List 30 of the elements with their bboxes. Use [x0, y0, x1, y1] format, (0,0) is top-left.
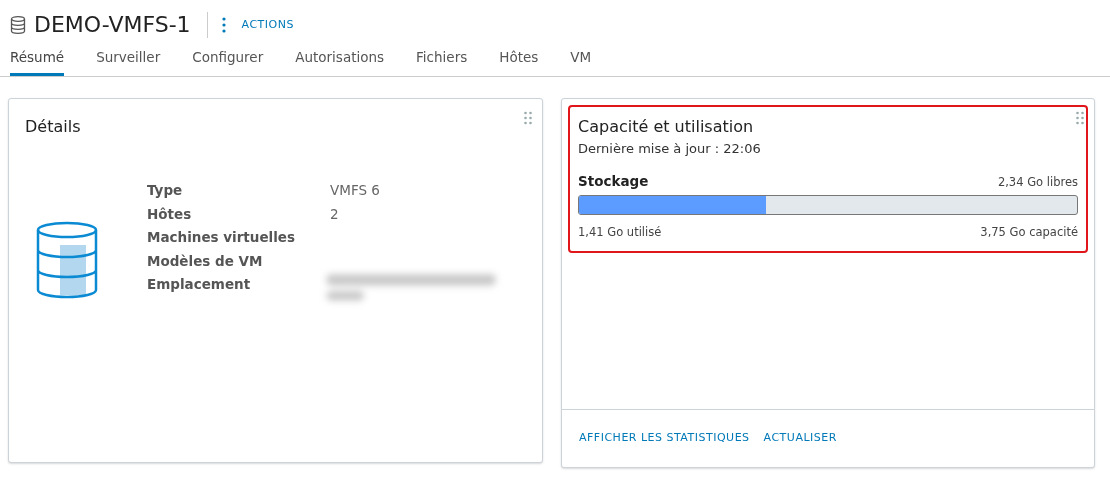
capacity-text: 3,75 Go capacité: [980, 223, 1078, 241]
storage-label: Stockage: [578, 171, 649, 191]
used-space-text: 1,41 Go utilisé: [578, 223, 662, 241]
tab[interactable]: Hôtes: [499, 46, 539, 76]
free-space-text: 2,34 Go libres: [997, 173, 1078, 191]
tab[interactable]: VM: [570, 46, 592, 76]
tab[interactable]: Configurer: [192, 46, 264, 76]
page-title: DEMO-VMFS-1: [34, 11, 191, 39]
tab[interactable]: Fichiers: [416, 46, 468, 76]
tab[interactable]: Autorisations: [295, 46, 385, 76]
field-label: Machines virtuelles: [147, 228, 297, 247]
link-button[interactable]: AFFICHER LES STATISTIQUES: [579, 430, 750, 447]
card-title: Détails: [25, 116, 81, 138]
tab[interactable]: Résumé: [10, 46, 65, 76]
actions-button[interactable]: ACTIONS: [241, 16, 294, 34]
drag-handle-icon[interactable]: [1076, 111, 1084, 125]
link-button[interactable]: ACTUALISER: [763, 430, 837, 447]
tab[interactable]: Surveiller: [96, 46, 161, 76]
drag-handle-icon[interactable]: [524, 111, 532, 125]
field-label: Modèles de VM: [147, 251, 264, 271]
field-label: Emplacement: [147, 275, 252, 294]
field-label: Type: [147, 181, 184, 200]
more-icon[interactable]: [221, 17, 226, 33]
datastore-icon: [10, 16, 26, 34]
field-value: 2: [330, 204, 339, 224]
database-icon: [35, 221, 99, 301]
last-updated-text: Dernière mise à jour : 22:06: [578, 141, 761, 156]
field-value: VMFS 6: [330, 181, 380, 200]
card-title: Capacité et utilisation: [578, 116, 754, 138]
field-label: Hôtes: [147, 204, 193, 224]
